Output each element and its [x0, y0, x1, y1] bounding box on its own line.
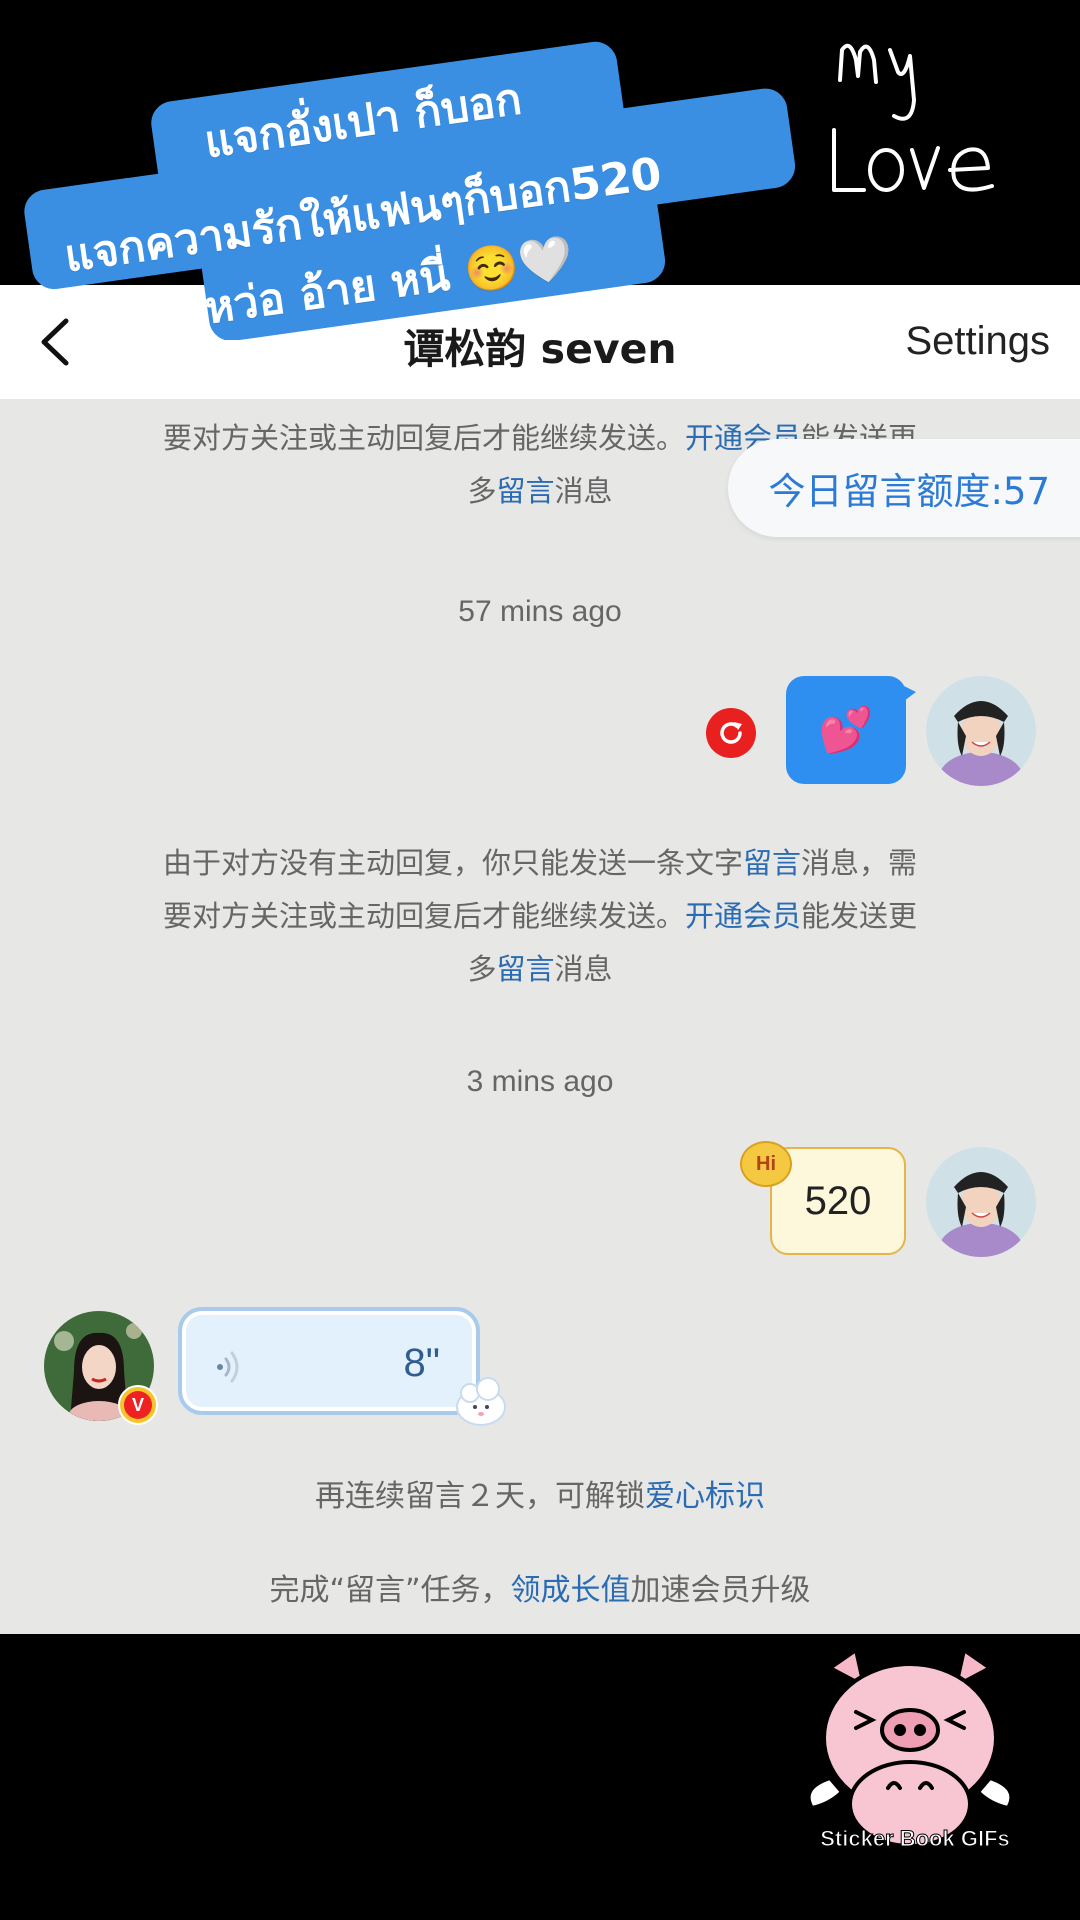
sound-wave-icon [217, 1351, 239, 1383]
cloud-mascot-icon [456, 1377, 506, 1426]
sticker-caption: Sticker Book GIFs [820, 1826, 1011, 1852]
quota-pill[interactable]: 今日留言额度:57 [728, 439, 1080, 537]
verified-badge-icon: V [118, 1385, 158, 1425]
streak-info: 再连续留言２天，可解锁爱心标识 [315, 1479, 765, 1514]
notice-message-full: 由于对方没有主动回复，你只能发送一条文字留言消息，需 要对方关注或主动回复后才能… [162, 846, 918, 986]
my-love-sticker: my Love [832, 43, 994, 209]
timestamp: 57 mins ago [458, 595, 622, 628]
pig-sticker [806, 1648, 1014, 1848]
message-bubble-emoji[interactable]: 💕 [786, 676, 916, 784]
task-info: 完成“留言”任务，领成长值加速会员升级 [269, 1573, 811, 1608]
svg-text:my Love: my Love [918, 207, 922, 209]
voice-duration: 8" [403, 1341, 440, 1385]
vip-link[interactable]: 开通会员 [685, 899, 801, 933]
caption-banner: แจกอั่งเปา ก็บอก แจกความรักให้แฟนๆก็บอก5… [0, 0, 820, 340]
voice-message-bubble[interactable]: 8" [178, 1307, 480, 1415]
growth-value-link[interactable]: 领成长值 [511, 1573, 631, 1608]
chat-area[interactable]: 由于对方没有主动回复，你只能发送一条文字留言消息，需 要对方关注或主动回复后才能… [0, 399, 1080, 1634]
love-badge-link[interactable]: 爱心标识 [645, 1479, 765, 1514]
notice-line-clipped: 由于对方没有主动回复，你只能发送一条文字留言消息，需 [110, 399, 970, 412]
timestamp: 3 mins ago [466, 1065, 614, 1098]
message-link[interactable]: 留言 [496, 474, 554, 508]
settings-button[interactable]: Settings [905, 319, 1050, 364]
hi-badge-icon: Hi [740, 1141, 792, 1187]
my-avatar[interactable] [926, 676, 1036, 786]
my-avatar[interactable] [926, 1147, 1036, 1257]
message-link[interactable]: 留言 [743, 846, 801, 880]
message-link[interactable]: 留言 [496, 952, 554, 986]
resend-button[interactable] [706, 708, 756, 758]
refresh-icon [720, 722, 742, 744]
